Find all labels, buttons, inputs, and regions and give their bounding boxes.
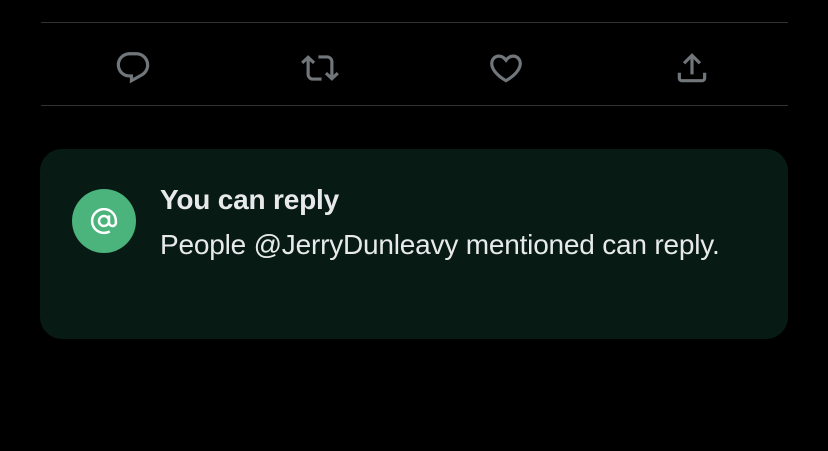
notice-icon-badge [72, 189, 136, 253]
reply-button[interactable] [113, 48, 153, 88]
share-upload-icon [677, 53, 707, 83]
reply-restriction-notice: You can reply People @JerryDunleavy ment… [40, 149, 788, 339]
notice-title: You can reply [160, 184, 339, 215]
speech-bubble-icon [116, 52, 150, 84]
retweet-button[interactable] [300, 48, 340, 88]
like-button[interactable] [486, 48, 526, 88]
bottom-divider [41, 105, 788, 106]
at-sign-icon [90, 207, 118, 235]
tweet-action-bar [41, 23, 788, 105]
heart-icon [490, 54, 522, 83]
share-button[interactable] [672, 48, 712, 88]
retweet-icon [301, 55, 339, 81]
notice-body: People @JerryDunleavy mentioned can repl… [160, 229, 720, 260]
